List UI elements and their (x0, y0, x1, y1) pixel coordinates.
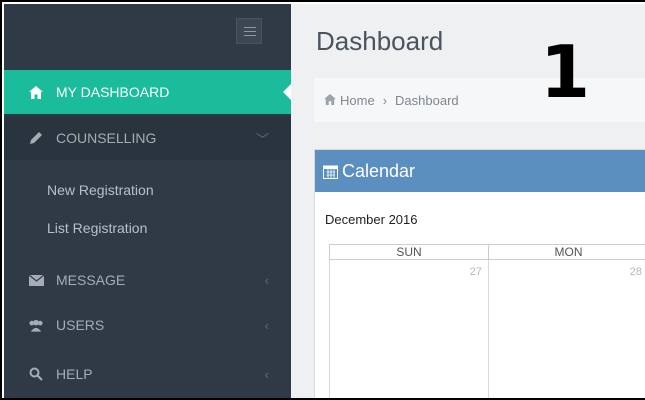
calendar-day-cell[interactable]: 27 (329, 260, 489, 398)
home-icon (28, 85, 44, 99)
calendar-month-label: December 2016 (325, 212, 418, 227)
page-title: Dashboard (316, 26, 444, 56)
sidebar-item-dashboard[interactable]: MY DASHBOARD (4, 70, 292, 114)
day-number: 28 (629, 266, 642, 278)
sidebar-item-help[interactable]: HELP ‹ (4, 352, 291, 396)
chevron-left-icon: ‹ (264, 317, 269, 333)
sidebar-item-message[interactable]: MESSAGE ‹ (4, 258, 291, 302)
sidebar-header (4, 4, 291, 62)
envelope-icon (28, 274, 44, 286)
day-number: 27 (469, 266, 482, 278)
day-header-mon: MON (488, 244, 645, 260)
chevron-left-icon: ‹ (264, 366, 269, 382)
app-frame: MY DASHBOARD COUNSELLING ﹀ New Registrat… (0, 0, 645, 400)
breadcrumb-home-link[interactable]: Home (340, 93, 375, 108)
submenu-item-list-registration[interactable]: List Registration (47, 220, 147, 236)
sidebar-item-label: HELP (56, 366, 93, 382)
calendar-icon (323, 164, 338, 179)
home-icon (324, 93, 336, 108)
hamburger-line (244, 35, 256, 36)
calendar-title: Calendar (342, 160, 416, 181)
search-icon (28, 367, 44, 381)
day-header-sun: SUN (329, 244, 489, 260)
main-content: Dashboard Home › Dashboard Calendar Dece… (291, 4, 645, 398)
chevron-down-icon: ﹀ (255, 131, 269, 147)
breadcrumb: Home › Dashboard (314, 78, 645, 122)
calendar-day-cell[interactable]: 28 (488, 260, 645, 398)
pencil-icon (28, 131, 44, 145)
sidebar: MY DASHBOARD COUNSELLING ﹀ New Registrat… (4, 4, 292, 398)
users-icon (28, 319, 44, 332)
breadcrumb-separator: › (382, 92, 388, 108)
menu-toggle-button[interactable] (236, 18, 262, 44)
submenu-item-new-registration[interactable]: New Registration (47, 182, 154, 198)
sidebar-item-label: MESSAGE (56, 272, 126, 288)
sidebar-item-label: MY DASHBOARD (56, 84, 170, 100)
step-number-annotation: 1 (540, 30, 591, 114)
calendar-grid: SUN MON 27 28 (329, 244, 645, 398)
counselling-submenu: New Registration List Registration (4, 162, 291, 260)
calendar-header: Calendar (315, 150, 645, 192)
sidebar-item-label: USERS (56, 317, 105, 333)
sidebar-item-users[interactable]: USERS ‹ (4, 303, 291, 347)
sidebar-item-counselling[interactable]: COUNSELLING ﹀ (4, 116, 291, 160)
calendar-widget: Calendar December 2016 SUN MON 27 28 (314, 149, 645, 398)
breadcrumb-current: Dashboard (395, 92, 459, 108)
hamburger-line (244, 31, 256, 32)
chevron-left-icon: ‹ (264, 272, 269, 288)
hamburger-line (244, 27, 256, 28)
sidebar-item-label: COUNSELLING (56, 130, 157, 146)
